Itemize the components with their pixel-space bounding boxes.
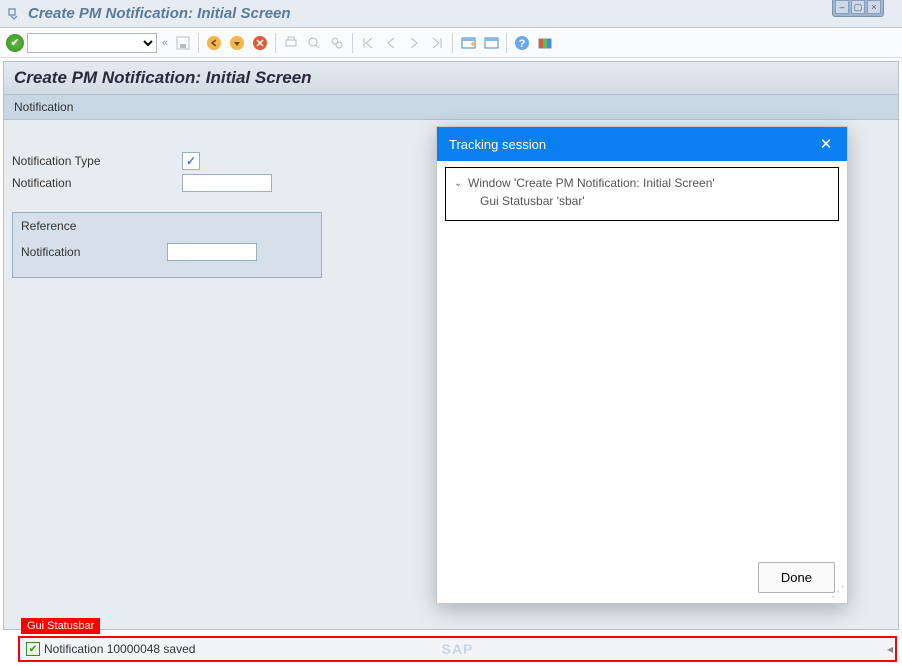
notification-type-label: Notification Type <box>12 154 182 168</box>
exit-icon[interactable] <box>227 33 247 53</box>
tree-window-label: Window 'Create PM Notification: Initial … <box>468 176 715 190</box>
page-subheader: Notification <box>3 95 899 120</box>
customize-layout-icon[interactable] <box>535 33 555 53</box>
reference-notification-input[interactable] <box>167 243 257 261</box>
status-message: Notification 10000048 saved <box>44 642 195 656</box>
tree-window-node[interactable]: ⌄ Window 'Create PM Notification: Initia… <box>454 174 830 192</box>
window-controls: – ▢ × <box>832 0 884 17</box>
popup-body: ⌄ Window 'Create PM Notification: Initia… <box>437 161 847 552</box>
chevron-down-icon[interactable]: ⌄ <box>454 178 468 189</box>
tree-statusbar-label: Gui Statusbar 'sbar' <box>480 194 585 208</box>
popup-footer: Done ⋰ <box>437 552 847 603</box>
popup-title: Tracking session <box>449 137 546 152</box>
page-header: Create PM Notification: Initial Screen <box>3 61 899 95</box>
notification-type-help-icon[interactable]: ✓ <box>182 152 200 170</box>
reference-groupbox: Reference Notification <box>12 212 322 278</box>
statusbar-highlight: ✔ Notification 10000048 saved SAP ◂ <box>18 636 897 662</box>
next-page-icon <box>404 33 424 53</box>
page-title: Create PM Notification: Initial Screen <box>14 68 888 88</box>
first-page-icon <box>358 33 378 53</box>
save-icon[interactable] <box>173 33 193 53</box>
print-icon <box>281 33 301 53</box>
main-toolbar: ✔ « ? <box>0 28 902 58</box>
statusbar-expand-icon[interactable]: ◂ <box>885 638 895 660</box>
app-menu-icon[interactable] <box>6 6 22 22</box>
prev-page-icon <box>381 33 401 53</box>
back-icon[interactable] <box>204 33 224 53</box>
find-icon <box>304 33 324 53</box>
statusbar-callout-label: Gui Statusbar <box>21 618 100 634</box>
expand-history-icon[interactable]: « <box>160 37 170 49</box>
last-page-icon <box>427 33 447 53</box>
generate-shortcut-icon[interactable] <box>481 33 501 53</box>
status-success-icon: ✔ <box>26 642 40 656</box>
notification-input[interactable] <box>182 174 272 192</box>
close-button[interactable]: × <box>867 0 881 14</box>
sap-logo: SAP <box>442 641 474 657</box>
notification-label: Notification <box>12 176 182 190</box>
window-titlebar: Create PM Notification: Initial Screen –… <box>0 0 902 28</box>
new-session-icon[interactable] <box>458 33 478 53</box>
window-title: Create PM Notification: Initial Screen <box>28 5 291 22</box>
maximize-button[interactable]: ▢ <box>851 0 865 14</box>
tracking-session-popup: Tracking session ✕ ⌄ Window 'Create PM N… <box>436 126 848 604</box>
minimize-button[interactable]: – <box>835 0 849 14</box>
popup-titlebar: Tracking session ✕ <box>437 127 847 161</box>
accept-icon[interactable]: ✔ <box>6 34 24 52</box>
resize-grip-icon[interactable]: ⋰ <box>831 587 845 601</box>
reference-legend: Reference <box>13 213 321 237</box>
command-field[interactable] <box>27 33 157 53</box>
tree-statusbar-node[interactable]: Gui Statusbar 'sbar' <box>454 192 830 210</box>
tracking-tree-highlight: ⌄ Window 'Create PM Notification: Initia… <box>445 167 839 221</box>
popup-close-button[interactable]: ✕ <box>817 135 835 153</box>
done-button[interactable]: Done <box>758 562 835 593</box>
cancel-icon[interactable] <box>250 33 270 53</box>
help-icon[interactable]: ? <box>512 33 532 53</box>
find-next-icon <box>327 33 347 53</box>
statusbar: ✔ Notification 10000048 saved SAP <box>20 642 885 656</box>
page-subtitle: Notification <box>14 100 73 114</box>
reference-notification-label: Notification <box>21 245 167 259</box>
svg-text:?: ? <box>519 38 526 50</box>
